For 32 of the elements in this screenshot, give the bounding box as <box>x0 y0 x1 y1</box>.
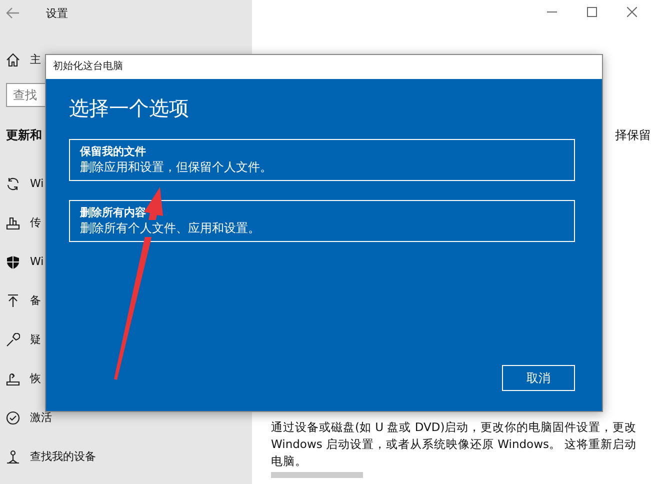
sidebar-item[interactable]: Wi <box>30 255 44 268</box>
shield-icon <box>6 254 20 268</box>
tray-icon <box>6 216 20 230</box>
description-text: 通过设备或磁盘(如 U 盘或 DVD)启动，更改你的电脑固件设置，更改 Windows 启动设置，或者从系统映像还原 Windows。 这将重新启动电脑。 <box>271 419 638 470</box>
close-icon[interactable] <box>627 7 637 17</box>
sidebar-item[interactable]: 疑 <box>30 332 41 347</box>
sidebar-item[interactable]: 激活 <box>30 410 52 425</box>
sidebar-item[interactable]: 主 <box>30 52 41 67</box>
check-circle-icon <box>6 410 20 424</box>
upload-arrow-icon <box>6 294 20 308</box>
sidebar-item[interactable]: 恢 <box>30 371 41 386</box>
wrench-icon <box>6 332 20 346</box>
dialog-heading: 选择一个选项 <box>69 95 190 122</box>
home-icon <box>6 52 20 66</box>
sync-icon <box>6 176 20 190</box>
cancel-button[interactable]: 取消 <box>502 365 575 391</box>
sidebar-item[interactable]: 传 <box>30 215 41 230</box>
window-title: 设置 <box>46 6 68 20</box>
option-card[interactable]: 删除所有内容 删除所有个人文件、应用和设置。 <box>69 200 575 242</box>
maximize-icon[interactable] <box>587 7 597 17</box>
option-title: 删除所有内容 <box>80 205 147 220</box>
sidebar-item[interactable]: Wi <box>30 177 44 190</box>
dialog-title: 初始化这台电脑 <box>46 55 602 79</box>
option-title: 保留我的文件 <box>80 144 147 159</box>
sidebar-item[interactable]: 查找我的设备 <box>30 449 96 464</box>
section-heading: 更新和 <box>6 127 43 144</box>
option-card[interactable]: 保留我的文件 删除应用和设置，但保留个人文件。 <box>69 139 575 181</box>
person-icon <box>6 450 20 464</box>
back-arrow-icon[interactable] <box>6 7 20 19</box>
recovery-icon <box>6 372 20 386</box>
sidebar-item[interactable]: 备 <box>30 293 41 308</box>
body-text: 择保留 <box>615 127 651 144</box>
